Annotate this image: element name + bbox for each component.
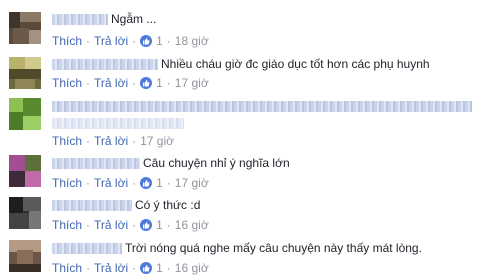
thumbs-up-icon[interactable]	[140, 77, 153, 89]
comment-text: Trời nóng quá nghe mấy câu chuyện này th…	[125, 241, 422, 255]
separator: ·	[132, 76, 137, 90]
thumbs-up-icon[interactable]	[140, 262, 153, 274]
reply-button[interactable]: Trả lời	[94, 261, 128, 275]
comment-body: Ngẫm ...	[52, 11, 156, 27]
like-count[interactable]: 1	[156, 176, 163, 190]
separator: ·	[132, 218, 137, 232]
author-name[interactable]	[52, 101, 472, 112]
comment-text: Có ý thức :d	[135, 198, 201, 212]
comment-actions: Thích · Trả lời · 1 · 17 giờ	[52, 175, 209, 191]
like-button[interactable]: Thích	[52, 218, 82, 232]
separator: ·	[166, 261, 171, 275]
reply-button[interactable]: Trả lời	[94, 176, 128, 190]
reply-button[interactable]: Trả lời	[94, 134, 128, 148]
timestamp[interactable]: 17 giờ	[140, 134, 174, 148]
comment-body: Trời nóng quá nghe mấy câu chuyện này th…	[52, 240, 422, 256]
reply-button[interactable]: Trả lời	[94, 34, 128, 48]
separator: ·	[132, 261, 137, 275]
separator: ·	[86, 176, 91, 190]
reply-button[interactable]: Trả lời	[94, 218, 128, 232]
avatar[interactable]	[9, 197, 41, 229]
like-count[interactable]: 1	[156, 261, 163, 275]
like-button[interactable]: Thích	[52, 261, 82, 275]
timestamp[interactable]: 17 giờ	[175, 176, 209, 190]
like-count[interactable]: 1	[156, 218, 163, 232]
avatar[interactable]	[9, 155, 41, 187]
comment-text: Ngẫm ...	[111, 12, 157, 26]
comment-actions: Thích · Trả lời · 1 · 17 giờ	[52, 75, 209, 91]
separator: ·	[132, 176, 137, 190]
separator: ·	[166, 176, 171, 190]
author-name[interactable]	[52, 199, 132, 211]
avatar[interactable]	[9, 240, 41, 272]
separator: ·	[86, 134, 91, 148]
comment-body: Có ý thức :d	[52, 197, 200, 213]
comment-actions: Thích · Trả lời · 1 · 16 giờ	[52, 260, 209, 276]
like-button[interactable]: Thích	[52, 176, 82, 190]
separator: ·	[132, 134, 137, 148]
avatar[interactable]	[9, 57, 41, 89]
like-button[interactable]: Thích	[52, 34, 82, 48]
author-name[interactable]	[52, 157, 140, 169]
separator: ·	[86, 34, 91, 48]
separator: ·	[132, 34, 137, 48]
separator: ·	[166, 34, 171, 48]
reply-button[interactable]: Trả lời	[94, 76, 128, 90]
comment-body: Câu chuyện nhỉ ý nghĩa lớn	[52, 155, 290, 171]
avatar[interactable]	[9, 12, 41, 44]
separator: ·	[86, 218, 91, 232]
separator: ·	[86, 261, 91, 275]
comment-text: Câu chuyện nhỉ ý nghĩa lớn	[143, 156, 290, 170]
avatar[interactable]	[9, 98, 41, 130]
timestamp[interactable]: 16 giờ	[175, 218, 209, 232]
comment-actions: Thích · Trả lời · 1 · 16 giờ	[52, 217, 209, 233]
separator: ·	[86, 76, 91, 90]
comment-actions: Thích · Trả lời · 17 giờ	[52, 133, 174, 149]
comment-text: Nhiều cháu giờ đc giáo dục tốt hơn các p…	[161, 57, 430, 71]
comment-text-line	[52, 118, 184, 129]
thumbs-up-icon[interactable]	[140, 177, 153, 189]
like-count[interactable]: 1	[156, 76, 163, 90]
like-button[interactable]: Thích	[52, 134, 82, 148]
timestamp[interactable]: 16 giờ	[175, 261, 209, 275]
timestamp[interactable]: 17 giờ	[175, 76, 209, 90]
timestamp[interactable]: 18 giờ	[175, 34, 209, 48]
thumbs-up-icon[interactable]	[140, 219, 153, 231]
like-count[interactable]: 1	[156, 34, 163, 48]
author-name[interactable]	[52, 13, 108, 25]
like-button[interactable]: Thích	[52, 76, 82, 90]
author-name[interactable]	[52, 242, 122, 254]
separator: ·	[166, 76, 171, 90]
comment-actions: Thích · Trả lời · 1 · 18 giờ	[52, 33, 209, 49]
comment-body: Nhiều cháu giờ đc giáo dục tốt hơn các p…	[52, 56, 430, 72]
thumbs-up-icon[interactable]	[140, 35, 153, 47]
author-name[interactable]	[52, 58, 158, 70]
separator: ·	[166, 218, 171, 232]
